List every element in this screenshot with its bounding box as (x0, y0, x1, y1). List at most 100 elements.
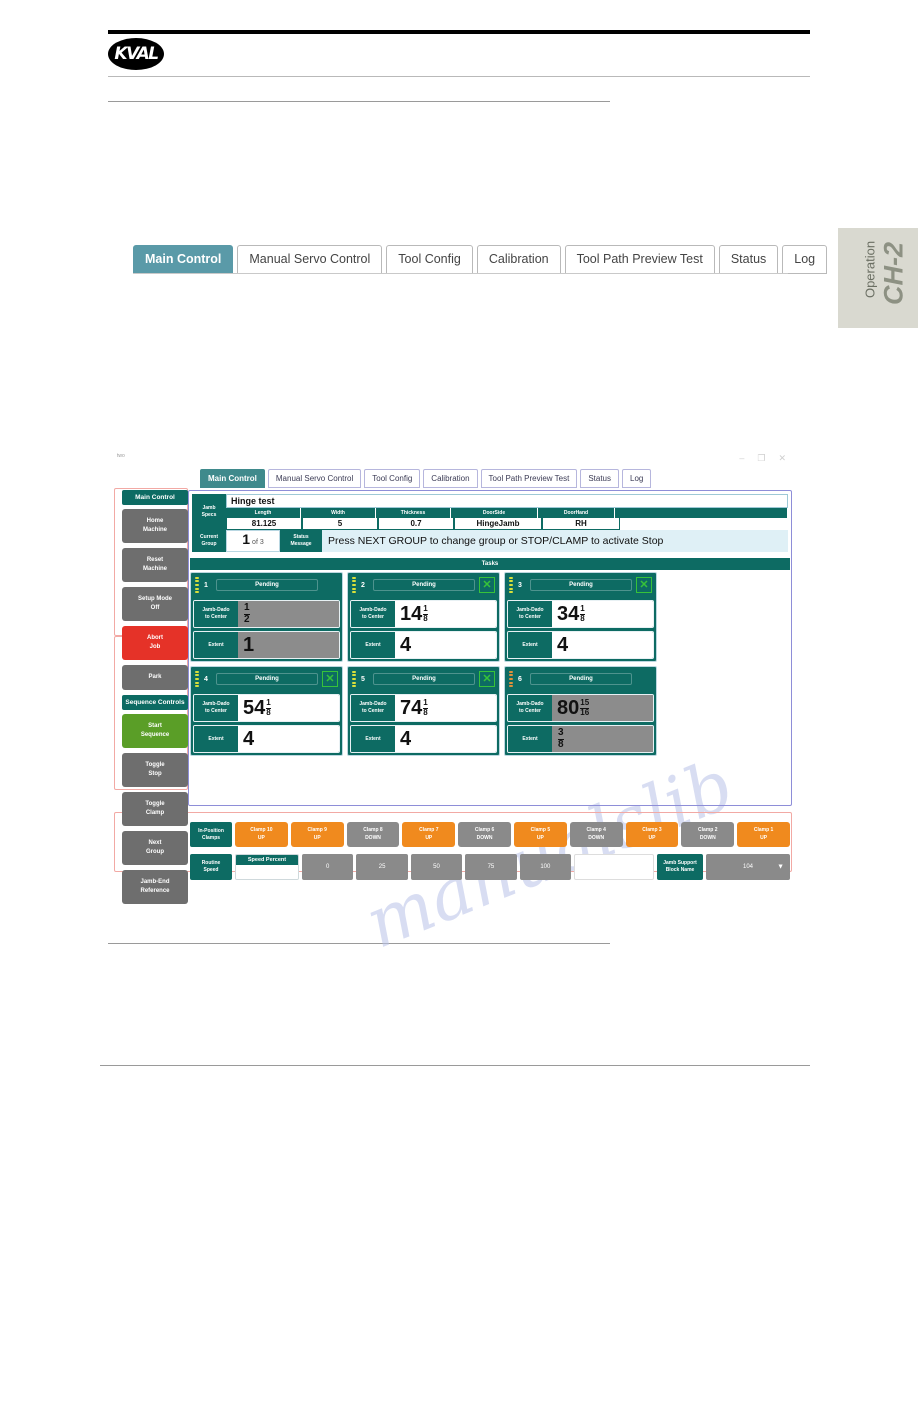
task-dado-value[interactable]: 14 1 8 (395, 601, 496, 627)
drag-handle-icon[interactable] (509, 670, 514, 688)
clamp-button-clamp-8[interactable]: Clamp 8 DOWN (346, 822, 400, 847)
task-check-icon[interactable]: ✕ (636, 577, 652, 593)
speed-preset-25[interactable]: 25 (356, 854, 408, 880)
doc-tab-log: Log (782, 245, 828, 274)
kval-logo: KVAL (108, 38, 164, 70)
task-dado-value[interactable]: 74 1 8 (395, 695, 496, 721)
task-check-icon[interactable]: ✕ (479, 577, 495, 593)
task-dado-value[interactable]: 34 1 8 (552, 601, 653, 627)
clamp-button-clamp-1[interactable]: Clamp 1 UP (737, 822, 790, 847)
tab-calibration[interactable]: Calibration (423, 469, 478, 488)
close-icon[interactable]: ✕ (778, 453, 786, 464)
clamp-button-clamp-7[interactable]: Clamp 7 UP (402, 822, 456, 847)
task-dado-label: Jamb-Dado to Center (351, 601, 395, 627)
speed-preset-100[interactable]: 100 (519, 854, 572, 880)
window-controls: – ❐ ✕ (739, 453, 786, 464)
task-card[interactable]: 5 Pending ✕ Jamb-Dado to Center 74 1 8 Extent 4 (347, 666, 500, 756)
clamp-button-clamp-6[interactable]: Clamp 6 DOWN (458, 822, 511, 847)
current-group-label: Current Group (192, 530, 226, 552)
button-toggle-stop[interactable]: Toggle Stop (122, 753, 188, 787)
drag-handle-icon[interactable] (195, 576, 200, 594)
speed-preset-50[interactable]: 50 (410, 854, 463, 880)
task-dado-value[interactable]: 80 15 16 (552, 695, 653, 721)
button-jamb-end-reference[interactable]: Jamb-End Reference (122, 870, 188, 904)
button-toggle-clamp[interactable]: Toggle Clamp (122, 792, 188, 826)
task-card[interactable]: 6Pending✕Jamb-Dadoto Center801516Extent3… (504, 666, 657, 756)
status-message-text: Press NEXT GROUP to change group or STOP… (322, 530, 788, 552)
chapter-number: CH-2 (878, 242, 909, 306)
chapter-marker: Operation CH-2 (838, 228, 918, 328)
spec-val-length: 81.125 (226, 518, 302, 530)
doc-tab-calibration: Calibration (476, 245, 561, 274)
jamb-specs-label: Jamb Specs (192, 494, 226, 530)
spec-col-doorhand: DoorHand (538, 508, 615, 518)
sidebar-group-sequence-title: Sequence Controls (122, 695, 188, 710)
task-card[interactable]: 1Pending✕Jamb-Dadoto Center12Extent1 (190, 572, 343, 662)
task-card[interactable]: 2 Pending ✕ Jamb-Dado to Center 14 1 8 Extent 4 (347, 572, 500, 662)
tab-log[interactable]: Log (622, 469, 652, 488)
task-check-icon[interactable]: ✕ (479, 671, 495, 687)
sidebar-group-sequence: Start Sequence Toggle Stop Toggle Clamp Next Gr… (122, 714, 188, 904)
jamb-support-block-select[interactable]: 104 ▼ (706, 854, 790, 880)
button-home-machine[interactable]: Home Machine (122, 509, 188, 543)
clamp-button-clamp-9[interactable]: Clamp 9 UP (290, 822, 344, 847)
button-setup-mode-off[interactable]: Setup Mode Off (122, 587, 188, 621)
tab-tool-path-preview-test[interactable]: Tool Path Preview Test (480, 469, 578, 488)
task-dado-label: Jamb-Dado to Center (194, 601, 238, 627)
task-dado-value[interactable]: 12 (238, 601, 339, 627)
tab-manual-servo-control[interactable]: Manual Servo Control (267, 469, 362, 488)
drag-handle-icon[interactable] (509, 576, 514, 594)
task-extent-value[interactable]: 38 (552, 726, 653, 752)
tab-status[interactable]: Status (580, 469, 620, 488)
spec-col-doorside: DoorSide (451, 508, 538, 518)
task-extent-field: Extent 1 (193, 631, 340, 659)
task-card[interactable]: 3 Pending ✕ Jamb-Dado to Center 34 1 8 Extent 4 (504, 572, 657, 662)
minimize-icon[interactable]: – (739, 453, 744, 464)
task-extent-field: Extent 4 (350, 725, 497, 753)
clamp-button-clamp-4[interactable]: Clamp 4 DOWN (569, 822, 623, 847)
task-check-icon[interactable]: ✕ (322, 671, 338, 687)
task-extent-value[interactable]: 4 (395, 632, 496, 658)
speed-percent-input[interactable] (236, 865, 298, 879)
task-extent-value[interactable]: 1 (238, 632, 339, 658)
job-name: Hinge test (226, 494, 788, 508)
speed-percent-field[interactable]: Speed Percent (235, 854, 299, 880)
doc-tab-main-control: Main Control (133, 245, 234, 274)
speed-preset-0[interactable]: 0 (302, 854, 354, 880)
button-next-group[interactable]: Next Group (122, 831, 188, 865)
drag-handle-icon[interactable] (352, 670, 357, 688)
button-park[interactable]: Park (122, 665, 188, 690)
button-abort-job[interactable]: Abort Job (122, 626, 188, 660)
button-start-sequence[interactable]: Start Sequence (122, 714, 188, 748)
speed-preset-75[interactable]: 75 (465, 854, 517, 880)
task-extent-label: Extent (351, 632, 395, 658)
tab-main-control[interactable]: Main Control (200, 469, 265, 488)
task-extent-field: Extent 4 (350, 631, 497, 659)
task-dado-value[interactable]: 54 1 8 (238, 695, 339, 721)
clamp-button-clamp-5[interactable]: Clamp 5 UP (513, 822, 567, 847)
task-card[interactable]: 4 Pending ✕ Jamb-Dado to Center 54 1 8 Extent 4 (190, 666, 343, 756)
doc-tab-tool-path-preview-test: Tool Path Preview Test (564, 245, 715, 274)
spec-col-width: Width (301, 508, 376, 518)
spec-val-width: 5 (302, 518, 378, 530)
drag-handle-icon[interactable] (195, 670, 200, 688)
task-extent-value[interactable]: 4 (238, 726, 339, 752)
task-extent-value[interactable]: 4 (552, 632, 653, 658)
app-tab-strip[interactable]: Main Control Manual Servo Control Tool Con… (200, 469, 652, 488)
task-dado-label: Jamb-Dado to Center (508, 695, 552, 721)
kval-logo-text: KVAL (114, 44, 159, 64)
drag-handle-icon[interactable] (352, 576, 357, 594)
spec-value-row: 81.125 5 0.7 HingeJamb RH (226, 518, 788, 530)
clamp-button-clamp-2[interactable]: Clamp 2 DOWN (681, 822, 735, 847)
tab-tool-config[interactable]: Tool Config (364, 469, 421, 488)
task-dado-field: Jamb-Dado to Center 80 15 16 (507, 694, 654, 722)
task-extent-value[interactable]: 4 (395, 726, 496, 752)
task-dado-field: Jamb-Dado to Center 14 1 8 (350, 600, 497, 628)
task-dado-label: Jamb-Dado to Center (508, 601, 552, 627)
task-index: 1 (204, 581, 208, 589)
clamp-button-clamp-10[interactable]: Clamp 10 UP (235, 822, 288, 847)
clamp-button-clamp-3[interactable]: Clamp 3 UP (625, 822, 679, 847)
spec-val-doorside: HingeJamb (454, 518, 542, 530)
restore-icon[interactable]: ❐ (757, 453, 765, 464)
button-reset-machine[interactable]: Reset Machine (122, 548, 188, 582)
